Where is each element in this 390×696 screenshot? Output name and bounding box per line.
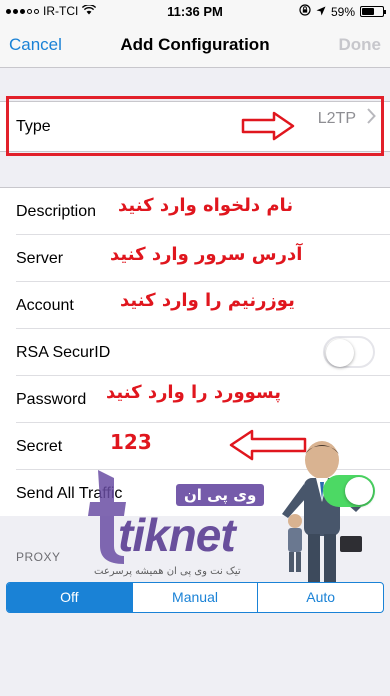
server-label: Server — [16, 250, 64, 267]
done-button[interactable]: Done — [339, 35, 382, 55]
proxy-section-header: PROXY — [16, 550, 61, 564]
status-right: 59% — [299, 4, 386, 19]
cancel-button[interactable]: Cancel — [9, 35, 62, 55]
account-label: Account — [16, 297, 74, 314]
right-arrow-annotation-icon — [240, 110, 296, 147]
orientation-lock-icon — [299, 4, 311, 19]
proxy-option-manual[interactable]: Manual — [131, 583, 258, 612]
watermark-tagline: تیک نت وی پی ان همیشه پرسرعت — [94, 566, 241, 577]
battery-fill — [362, 8, 374, 15]
annotation-secret: 123 — [110, 430, 152, 454]
navigation-bar: Cancel Add Configuration Done — [0, 22, 390, 68]
annotation-account: یوزرنیم را وارد کنید — [120, 290, 295, 311]
rsa-securid-toggle[interactable] — [323, 336, 375, 368]
annotation-description: نام دلخواه وارد کنید — [118, 195, 294, 216]
description-label: Description — [16, 203, 97, 220]
secret-label: Secret — [16, 438, 63, 455]
toggle-knob — [345, 477, 373, 505]
small-figure-icon — [280, 512, 310, 579]
annotation-password: پسوورد را وارد کنید — [106, 382, 281, 403]
battery-percent: 59% — [330, 4, 355, 19]
password-label: Password — [16, 391, 87, 408]
left-arrow-annotation-icon — [228, 428, 308, 467]
battery-icon — [360, 6, 386, 17]
annotation-server: آدرس سرور وارد کنید — [110, 244, 303, 265]
location-arrow-icon — [316, 5, 326, 19]
status-bar: IR-TCI 11:36 PM 59% — [0, 0, 390, 22]
rsa-securid-label: RSA SecurID — [16, 344, 111, 361]
proxy-option-off[interactable]: Off — [7, 583, 132, 612]
proxy-option-auto[interactable]: Auto — [257, 583, 383, 612]
send-all-traffic-toggle[interactable] — [323, 475, 375, 507]
toggle-knob — [326, 339, 354, 367]
highlight-box — [6, 96, 384, 156]
watermark-brand: tiknet — [118, 509, 236, 561]
proxy-segmented-control: Off Manual Auto — [6, 582, 384, 613]
watermark-badge: وی پی ان — [176, 484, 265, 506]
